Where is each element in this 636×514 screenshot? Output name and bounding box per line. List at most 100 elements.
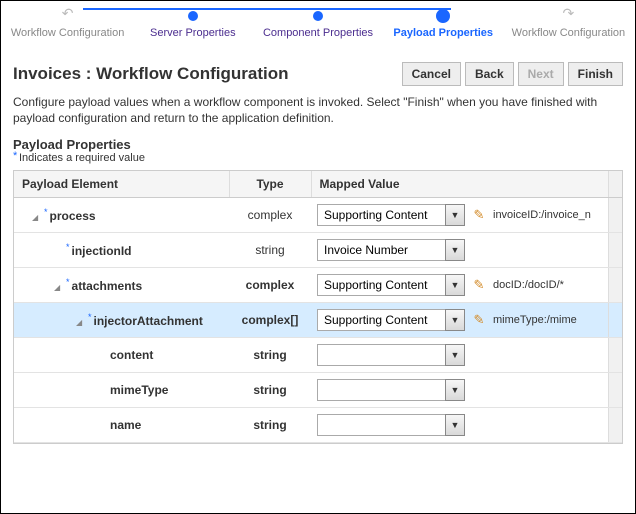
step-dot-icon (313, 11, 323, 21)
mapped-value-input[interactable] (317, 379, 445, 401)
dropdown-icon[interactable]: ▼ (445, 414, 465, 436)
stepper-connector (217, 8, 350, 10)
payload-table: Payload Element Type Mapped Value ◢*proc… (13, 170, 623, 444)
edit-icon[interactable]: ✎ (471, 207, 487, 223)
mapped-value-input[interactable] (317, 204, 445, 226)
dropdown-icon[interactable]: ▼ (445, 274, 465, 296)
cancel-button[interactable]: Cancel (402, 62, 461, 86)
element-name: name (110, 418, 141, 432)
scroll-gutter[interactable] (608, 372, 622, 407)
section-title: Payload Properties (13, 137, 623, 152)
page-description: Configure payload values when a workflow… (13, 94, 623, 126)
mapped-value-input[interactable] (317, 344, 445, 366)
element-cell: name (14, 407, 229, 442)
back-button[interactable]: Back (465, 62, 514, 86)
step-label: Component Properties (255, 27, 380, 40)
step-label: Server Properties (130, 27, 255, 40)
element-cell: mimeType (14, 372, 229, 407)
step-dot-icon (188, 11, 198, 21)
element-name: process (50, 209, 96, 223)
tree-toggle-icon[interactable]: ◢ (32, 213, 41, 222)
col-header-type[interactable]: Type (229, 171, 311, 198)
required-note-text: Indicates a required value (19, 152, 145, 164)
dropdown-icon[interactable]: ▼ (445, 204, 465, 226)
mapped-value-cell: ▼ (311, 407, 608, 442)
element-name: injectorAttachment (94, 314, 203, 328)
step-server-properties[interactable]: Server Properties (130, 9, 255, 40)
arrow-prev-icon: ↶ (61, 8, 75, 22)
table-row[interactable]: *injectionIdstring▼ (14, 232, 622, 267)
table-row[interactable]: ◢*attachmentscomplex▼✎docID:/docID/* (14, 267, 622, 302)
finish-button[interactable]: Finish (568, 62, 623, 86)
element-cell: ◢*injectorAttachment (14, 302, 229, 337)
dropdown-icon[interactable]: ▼ (445, 239, 465, 261)
arrow-next-icon: ↷ (561, 8, 575, 22)
required-asterisk-icon: * (66, 277, 70, 287)
dropdown-icon[interactable]: ▼ (445, 379, 465, 401)
asterisk-icon: * (13, 150, 17, 162)
step-component-properties[interactable]: Component Properties (255, 9, 380, 40)
scroll-gutter[interactable] (608, 232, 622, 267)
table-row[interactable]: content string ▼ (14, 337, 622, 372)
element-name: content (110, 348, 153, 362)
element-name: injectionId (72, 244, 132, 258)
scroll-gutter[interactable] (608, 197, 622, 232)
col-header-element[interactable]: Payload Element (14, 171, 229, 198)
page-title: Invoices : Workflow Configuration (13, 64, 398, 84)
step-workflow-next[interactable]: ↷ Workflow Configuration (506, 9, 631, 40)
required-asterisk-icon: * (66, 242, 70, 252)
type-cell: string (229, 407, 311, 442)
step-label: Workflow Configuration (506, 27, 631, 40)
mapped-extra-text: mimeType:/mime (493, 314, 577, 326)
edit-icon[interactable]: ✎ (471, 312, 487, 328)
table-row[interactable]: ◢*injectorAttachmentcomplex[]▼✎mimeType:… (14, 302, 622, 337)
tree-toggle-icon[interactable]: ◢ (76, 318, 85, 327)
table-row[interactable]: mimeType string ▼ (14, 372, 622, 407)
type-cell: string (229, 372, 311, 407)
mapped-value-cell: ▼ (311, 232, 608, 267)
type-cell: string (229, 337, 311, 372)
step-label: Payload Properties (381, 27, 506, 40)
element-cell: *injectionId (14, 232, 229, 267)
scroll-gutter[interactable] (608, 302, 622, 337)
step-dot-icon (436, 9, 450, 23)
mapped-value-input[interactable] (317, 414, 445, 436)
element-cell: ◢*process (14, 197, 229, 232)
mapped-value-cell: ▼✎invoiceID:/invoice_n (311, 197, 608, 232)
scroll-gutter (608, 171, 622, 198)
scroll-gutter[interactable] (608, 407, 622, 442)
wizard-stepper: ↶ Workflow Configuration Server Properti… (1, 1, 635, 44)
stepper-connector (350, 8, 451, 10)
mapped-extra-text: docID:/docID/* (493, 279, 564, 291)
dropdown-icon[interactable]: ▼ (445, 309, 465, 331)
edit-icon[interactable]: ✎ (471, 277, 487, 293)
type-cell: complex[] (229, 302, 311, 337)
required-note: * Indicates a required value (13, 152, 623, 164)
mapped-value-input[interactable] (317, 274, 445, 296)
col-header-mapped[interactable]: Mapped Value (311, 171, 608, 198)
table-row[interactable]: name string ▼ (14, 407, 622, 442)
step-payload-properties[interactable]: Payload Properties (381, 9, 506, 40)
type-cell: complex (229, 197, 311, 232)
element-cell: ◢*attachments (14, 267, 229, 302)
mapped-value-input[interactable] (317, 239, 445, 261)
element-name: mimeType (110, 383, 168, 397)
mapped-value-cell: ▼ (311, 337, 608, 372)
step-label: Workflow Configuration (5, 27, 130, 40)
stepper-connector (83, 8, 216, 10)
scroll-gutter[interactable] (608, 337, 622, 372)
dropdown-icon[interactable]: ▼ (445, 344, 465, 366)
scroll-gutter[interactable] (608, 267, 622, 302)
mapped-value-cell: ▼ ✎ docID:/docID/* (311, 267, 608, 302)
next-button: Next (518, 62, 564, 86)
tree-toggle-icon[interactable]: ◢ (54, 283, 63, 292)
mapped-value-cell: ▼ ✎ mimeType:/mime (311, 302, 608, 337)
type-cell: string (229, 232, 311, 267)
mapped-value-input[interactable] (317, 309, 445, 331)
table-row[interactable]: ◢*processcomplex▼✎invoiceID:/invoice_n (14, 197, 622, 232)
required-asterisk-icon: * (44, 207, 48, 217)
step-workflow-prev[interactable]: ↶ Workflow Configuration (5, 9, 130, 40)
type-cell: complex (229, 267, 311, 302)
element-name: attachments (72, 279, 143, 293)
required-asterisk-icon: * (88, 312, 92, 322)
